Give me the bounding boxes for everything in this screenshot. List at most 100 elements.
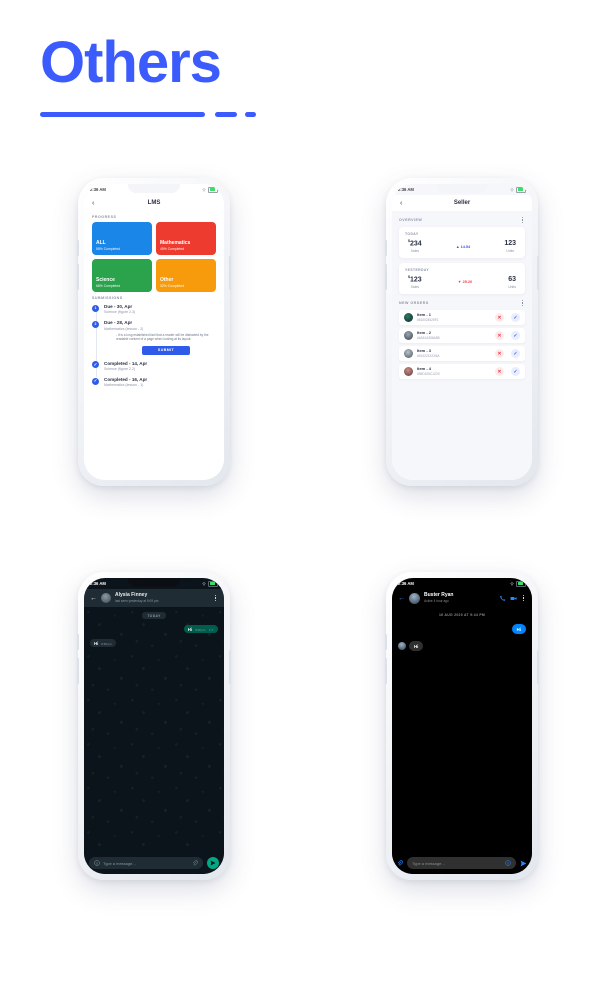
video-icon[interactable] bbox=[510, 595, 517, 602]
delta-value: 25.20 bbox=[462, 280, 473, 285]
reject-order-icon[interactable]: ✕ bbox=[495, 349, 504, 358]
avatar bbox=[404, 313, 413, 322]
overview-section-label: OVERVIEW bbox=[399, 218, 423, 223]
status-time: 2:36 AM bbox=[398, 581, 414, 586]
send-button[interactable] bbox=[207, 857, 219, 869]
stat-sales-yesterday: $123 Sales bbox=[408, 275, 422, 289]
reject-order-icon[interactable]: ✕ bbox=[495, 331, 504, 340]
phone-icon[interactable] bbox=[499, 595, 506, 602]
avatar bbox=[404, 331, 413, 340]
messenger-input-bar: Type a message... bbox=[392, 852, 532, 874]
message-bubble-incoming: Hi bbox=[409, 641, 424, 651]
overview-menu-icon[interactable] bbox=[520, 216, 525, 224]
progress-card-other[interactable]: Other 32% Completed bbox=[156, 259, 216, 292]
submit-button[interactable]: SUBMIT bbox=[142, 345, 190, 355]
stat-card-today: TODAY $234 Sales ▲ 14.54 123 Units bbox=[399, 227, 525, 258]
units-label: Units bbox=[508, 284, 516, 289]
paperclip-icon[interactable] bbox=[397, 860, 403, 866]
submission-title: Completed - 14, Apr bbox=[104, 360, 148, 366]
new-orders-section-label: NEW ORDERS bbox=[399, 300, 429, 305]
sales-label: Sales bbox=[410, 249, 420, 253]
order-name: Item - 3 bbox=[417, 348, 432, 354]
back-icon[interactable]: ← bbox=[90, 595, 97, 602]
avatar[interactable] bbox=[409, 592, 420, 604]
stat-period-label: YESTERDAY bbox=[405, 268, 430, 272]
submission-row-2[interactable]: 2 Due - 28, Apr Mathematics (lesson - 2)… bbox=[92, 320, 216, 355]
stat-period-label: TODAY bbox=[405, 232, 419, 237]
order-row-4[interactable]: Item - 4 #55D105C1Z2X ✕ ✓ bbox=[399, 364, 525, 379]
submission-check-icon: ✓ bbox=[92, 377, 99, 385]
progress-card-mathematics[interactable]: Mathematics 45% Completed bbox=[156, 222, 216, 255]
wifi-icon bbox=[202, 188, 206, 192]
stat-sales-today: $234 Sales bbox=[408, 239, 422, 253]
accept-order-icon[interactable]: ✓ bbox=[511, 367, 520, 376]
progress-card-science[interactable]: Science 68% Completed bbox=[92, 259, 152, 292]
phone-mockup-seller: 2:36 AM ‹ Seller OVERVIEW TODAY $234 Sal… bbox=[385, 178, 539, 486]
phone-notch bbox=[436, 184, 488, 193]
back-icon[interactable]: ← bbox=[398, 595, 405, 602]
day-divider: TODAY bbox=[142, 612, 166, 619]
wifi-icon bbox=[202, 582, 206, 586]
submission-badge: 1 bbox=[92, 304, 99, 312]
progress-card-grid: ALL 58% Completed Mathematics 45% Comple… bbox=[92, 222, 216, 292]
delta-value: 14.54 bbox=[460, 244, 471, 249]
units-value: 63 bbox=[508, 276, 516, 284]
phone-mockup-whatsapp: 2:36 AM ← Alysia Finney last seen yester… bbox=[77, 572, 231, 880]
phone-screen-whatsapp: 2:36 AM ← Alysia Finney last seen yester… bbox=[84, 578, 224, 874]
power-button bbox=[229, 256, 231, 290]
stat-units-yesterday: 63 Units bbox=[508, 276, 516, 289]
avatar[interactable] bbox=[101, 593, 111, 603]
contact-name: Alysia Finney bbox=[115, 592, 148, 598]
status-time: 2:36 AM bbox=[90, 187, 106, 192]
message-input-field[interactable]: Type a message... bbox=[407, 857, 516, 869]
emoji-icon[interactable] bbox=[94, 860, 100, 866]
submission-body-text: - It is a long established fact that a r… bbox=[116, 332, 209, 342]
page-title: Others bbox=[40, 30, 222, 95]
reject-order-icon[interactable]: ✕ bbox=[495, 367, 504, 376]
phone-screen-seller: 2:36 AM ‹ Seller OVERVIEW TODAY $234 Sal… bbox=[392, 184, 532, 480]
card-title: Science bbox=[96, 276, 115, 283]
submission-row-1[interactable]: 1 Due - 30, Apr Science (figure 2.3) bbox=[92, 304, 216, 314]
order-name: Item - 4 bbox=[417, 366, 432, 372]
volume-down-button bbox=[77, 658, 79, 684]
submission-subtitle: Mathematics (lesson - 2) bbox=[104, 326, 144, 331]
phone-mockup-messenger: 2:36 AM ← Buster Ryan Active 4 hour ago bbox=[385, 572, 539, 880]
stat-units-today: 123 Units bbox=[504, 240, 516, 253]
submission-row-3[interactable]: ✓ Completed - 14, Apr Science (figure 2.… bbox=[92, 361, 216, 371]
back-icon[interactable]: ‹ bbox=[92, 200, 94, 207]
phone-mockup-lms: 2:36 AM ‹ LMS PROGRESS ALL 58% Completed bbox=[77, 178, 231, 486]
order-id: #510024525F2 bbox=[417, 317, 439, 322]
kebab-menu-icon[interactable] bbox=[521, 594, 526, 602]
send-icon[interactable] bbox=[520, 860, 527, 867]
message-placeholder: Type a message... bbox=[103, 860, 136, 866]
submission-row-4[interactable]: ✓ Completed - 16, Apr Mathematics (lesso… bbox=[92, 377, 216, 387]
status-time: 2:36 AM bbox=[90, 581, 106, 586]
back-icon[interactable]: ‹ bbox=[400, 200, 402, 207]
phone-screen-lms: 2:36 AM ‹ LMS PROGRESS ALL 58% Completed bbox=[84, 184, 224, 480]
order-row-2[interactable]: Item - 2 #4A51A356A5B ✕ ✓ bbox=[399, 328, 525, 343]
phone-notch bbox=[128, 578, 180, 587]
progress-card-all[interactable]: ALL 58% Completed bbox=[92, 222, 152, 255]
reject-order-icon[interactable]: ✕ bbox=[495, 313, 504, 322]
title-dash-2 bbox=[245, 112, 256, 117]
message-bubble-incoming: Hi 8:48 pm bbox=[90, 639, 116, 647]
order-row-1[interactable]: Item - 1 #510024525F2 ✕ ✓ bbox=[399, 310, 525, 325]
kebab-menu-icon[interactable] bbox=[213, 594, 218, 602]
date-divider: 16 AUG 2020 AT 9:44 PM bbox=[438, 613, 486, 617]
accept-order-icon[interactable]: ✓ bbox=[511, 331, 520, 340]
units-label: Units bbox=[506, 248, 515, 253]
power-button bbox=[537, 650, 539, 684]
paperclip-icon[interactable] bbox=[192, 860, 198, 866]
order-id: #4A51A356A5B bbox=[417, 335, 440, 340]
message-input-field[interactable]: Type a message... bbox=[89, 857, 203, 869]
read-receipt-icon: ✓✓ bbox=[208, 627, 214, 632]
order-row-3[interactable]: Item - 3 #510221XZX6A ✕ ✓ bbox=[399, 346, 525, 361]
lms-navbar: ‹ LMS bbox=[84, 195, 224, 211]
accept-order-icon[interactable]: ✓ bbox=[511, 349, 520, 358]
order-name: Item - 2 bbox=[417, 330, 432, 336]
accept-order-icon[interactable]: ✓ bbox=[511, 313, 520, 322]
submission-title: Due - 30, Apr bbox=[104, 304, 133, 309]
emoji-icon[interactable] bbox=[505, 860, 511, 866]
new-orders-menu-icon[interactable] bbox=[520, 299, 525, 307]
lms-title: LMS bbox=[147, 200, 161, 206]
